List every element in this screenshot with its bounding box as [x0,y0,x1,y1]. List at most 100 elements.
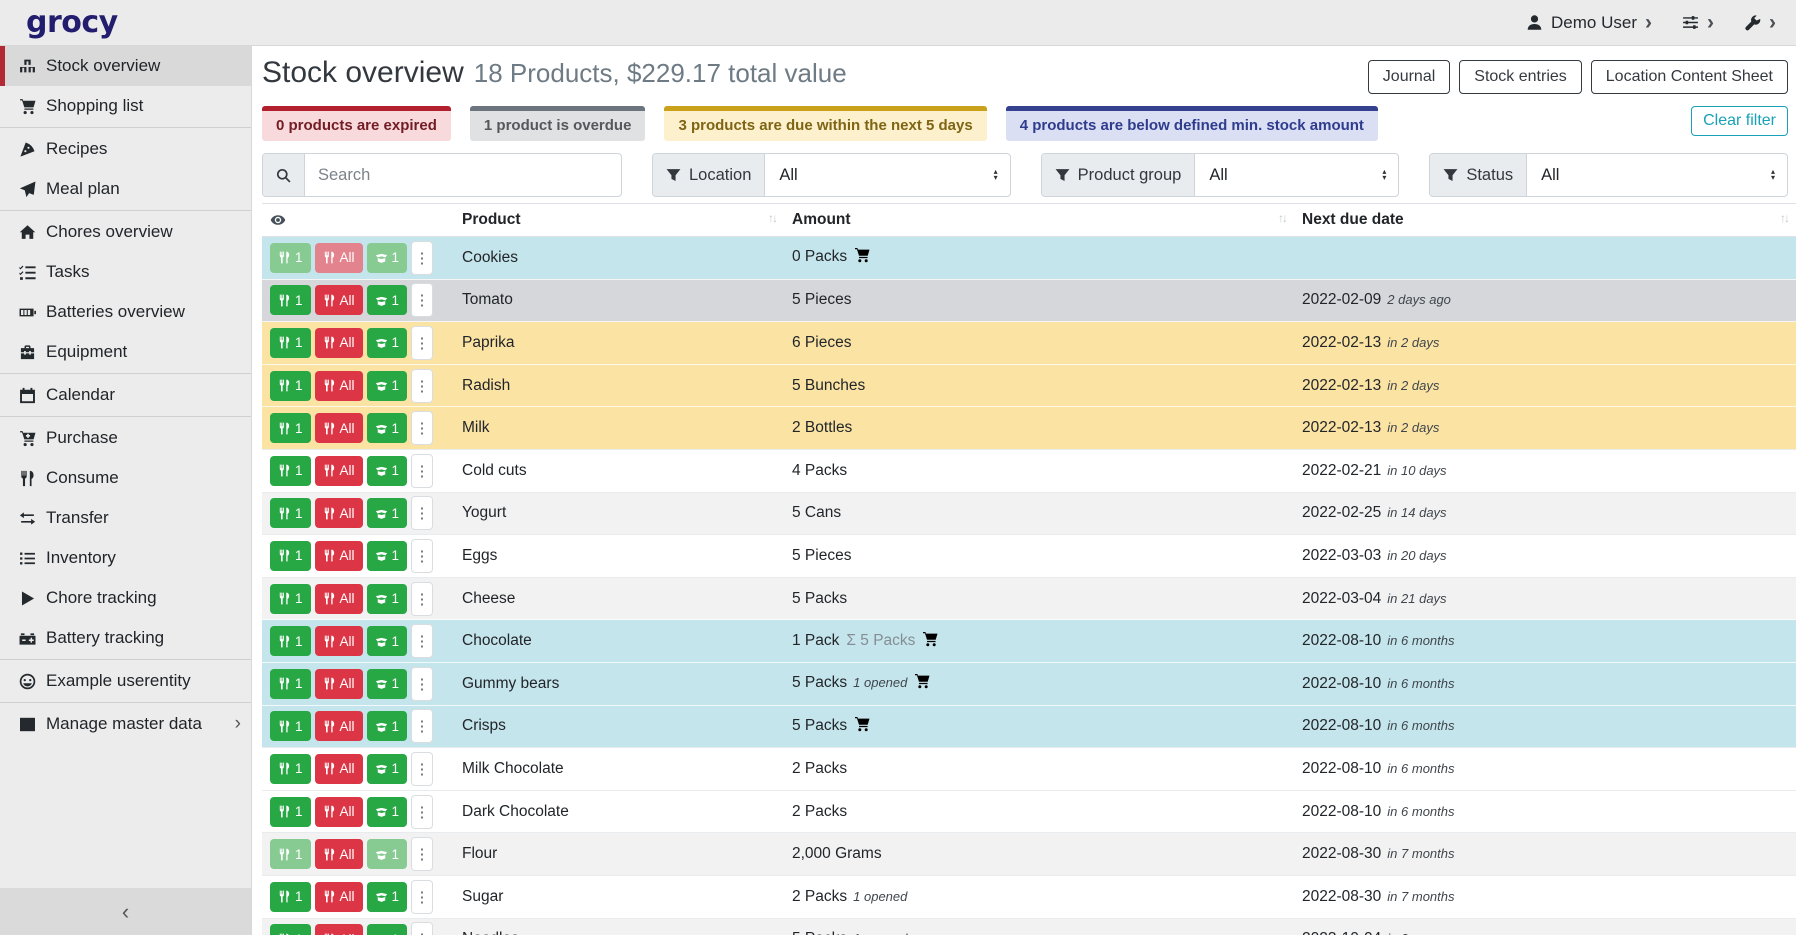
clear-filter-button[interactable]: Clear filter [1691,106,1788,136]
consume-all-button[interactable]: All [315,498,363,528]
open-one-button[interactable]: 1 [367,882,408,912]
consume-one-button[interactable]: 1 [270,797,311,827]
row-menu-button[interactable]: ⋮ [411,667,433,701]
sidebar-collapse-button[interactable]: ‹ [0,888,251,935]
expired-filter-chip[interactable]: 0 products are expired [262,106,451,141]
row-menu-button[interactable]: ⋮ [411,454,433,488]
sidebar-item-manage-master-data[interactable]: Manage master data› [0,704,251,744]
consume-one-button[interactable]: 1 [270,456,311,486]
open-one-button[interactable]: 1 [367,371,408,401]
consume-one-button[interactable]: 1 [270,754,311,784]
row-menu-button[interactable]: ⋮ [411,411,433,445]
sidebar-item-purchase[interactable]: Purchase [0,418,251,458]
consume-one-button[interactable]: 1 [270,882,311,912]
row-menu-button[interactable]: ⋮ [411,880,433,914]
open-one-button[interactable]: 1 [367,669,408,699]
product-group-select[interactable]: All▴▾ [1195,154,1398,196]
user-menu[interactable]: Demo User › [1526,12,1652,33]
column-next-due-date[interactable]: Next due date↑↓ [1294,204,1796,237]
location-select[interactable]: All▴▾ [765,154,1009,196]
sidebar-item-batteries-overview[interactable]: Batteries overview [0,292,251,332]
consume-one-button[interactable]: 1 [270,328,311,358]
overdue-filter-chip[interactable]: 1 product is overdue [470,106,646,141]
sidebar-item-calendar[interactable]: Calendar [0,375,251,415]
consume-one-button[interactable]: 1 [270,711,311,741]
consume-all-button[interactable]: All [315,541,363,571]
sidebar-item-chores-overview[interactable]: Chores overview [0,212,251,252]
column-product[interactable]: Product↑↓ [454,204,784,237]
row-menu-button[interactable]: ⋮ [411,326,433,360]
open-one-button[interactable]: 1 [367,498,408,528]
consume-one-button[interactable]: 1 [270,413,311,443]
open-one-button[interactable]: 1 [367,541,408,571]
sidebar-item-chore-tracking[interactable]: Chore tracking [0,578,251,618]
consume-all-button[interactable]: All [315,456,363,486]
sidebar-item-meal-plan[interactable]: Meal plan [0,169,251,209]
admin-menu[interactable]: › [1744,12,1776,33]
open-one-button[interactable]: 1 [367,328,408,358]
sidebar-item-equipment[interactable]: Equipment [0,332,251,372]
consume-one-button[interactable]: 1 [270,839,311,869]
consume-one-button[interactable]: 1 [270,924,311,935]
consume-all-button[interactable]: All [315,797,363,827]
row-menu-button[interactable]: ⋮ [411,369,433,403]
status-select[interactable]: All▴▾ [1527,154,1787,196]
consume-one-button[interactable]: 1 [270,498,311,528]
sidebar-item-stock-overview[interactable]: Stock overview [0,46,251,86]
sidebar-item-recipes[interactable]: Recipes [0,129,251,169]
sidebar-item-example-userentity[interactable]: Example userentity [0,661,251,701]
consume-all-button[interactable]: All [315,669,363,699]
row-menu-button[interactable]: ⋮ [411,496,433,530]
consume-all-button[interactable]: All [315,711,363,741]
consume-all-button[interactable]: All [315,754,363,784]
belowmin-filter-chip[interactable]: 4 products are below defined min. stock … [1006,106,1378,141]
consume-one-button[interactable]: 1 [270,541,311,571]
app-logo[interactable]: grocy [26,5,118,40]
consume-all-button[interactable]: All [315,626,363,656]
consume-one-button[interactable]: 1 [270,584,311,614]
row-menu-button[interactable]: ⋮ [411,922,433,935]
open-one-button[interactable]: 1 [367,711,408,741]
consume-all-button[interactable]: All [315,328,363,358]
open-one-button[interactable]: 1 [367,413,408,443]
open-one-button[interactable]: 1 [367,797,408,827]
consume-one-button[interactable]: 1 [270,285,311,315]
sidebar-item-consume[interactable]: Consume [0,458,251,498]
settings-menu[interactable]: › [1682,12,1714,33]
search-input[interactable] [305,154,621,196]
row-menu-button[interactable]: ⋮ [411,283,433,317]
open-one-button[interactable]: 1 [367,839,408,869]
journal-button[interactable]: Journal [1368,60,1450,94]
consume-all-button[interactable]: All [315,839,363,869]
row-menu-button[interactable]: ⋮ [411,624,433,658]
duesoon-filter-chip[interactable]: 3 products are due within the next 5 day… [664,106,986,141]
consume-one-button[interactable]: 1 [270,371,311,401]
location-content-sheet-button[interactable]: Location Content Sheet [1591,60,1788,94]
row-menu-button[interactable]: ⋮ [411,241,433,275]
sidebar-item-transfer[interactable]: Transfer [0,498,251,538]
consume-one-button[interactable]: 1 [270,243,311,273]
consume-all-button[interactable]: All [315,882,363,912]
consume-one-button[interactable]: 1 [270,626,311,656]
sidebar-item-tasks[interactable]: Tasks [0,252,251,292]
row-menu-button[interactable]: ⋮ [411,752,433,786]
consume-all-button[interactable]: All [315,584,363,614]
row-menu-button[interactable]: ⋮ [411,837,433,871]
consume-all-button[interactable]: All [315,413,363,443]
open-one-button[interactable]: 1 [367,456,408,486]
consume-all-button[interactable]: All [315,924,363,935]
open-one-button[interactable]: 1 [367,924,408,935]
consume-one-button[interactable]: 1 [270,669,311,699]
row-menu-button[interactable]: ⋮ [411,709,433,743]
sidebar-item-battery-tracking[interactable]: Battery tracking [0,618,251,658]
column-amount[interactable]: Amount↑↓ [784,204,1294,237]
open-one-button[interactable]: 1 [367,626,408,656]
open-one-button[interactable]: 1 [367,754,408,784]
consume-all-button[interactable]: All [315,243,363,273]
column-visibility-header[interactable] [262,204,454,237]
open-one-button[interactable]: 1 [367,285,408,315]
stock-entries-button[interactable]: Stock entries [1459,60,1581,94]
sidebar-item-inventory[interactable]: Inventory [0,538,251,578]
row-menu-button[interactable]: ⋮ [411,539,433,573]
open-one-button[interactable]: 1 [367,584,408,614]
